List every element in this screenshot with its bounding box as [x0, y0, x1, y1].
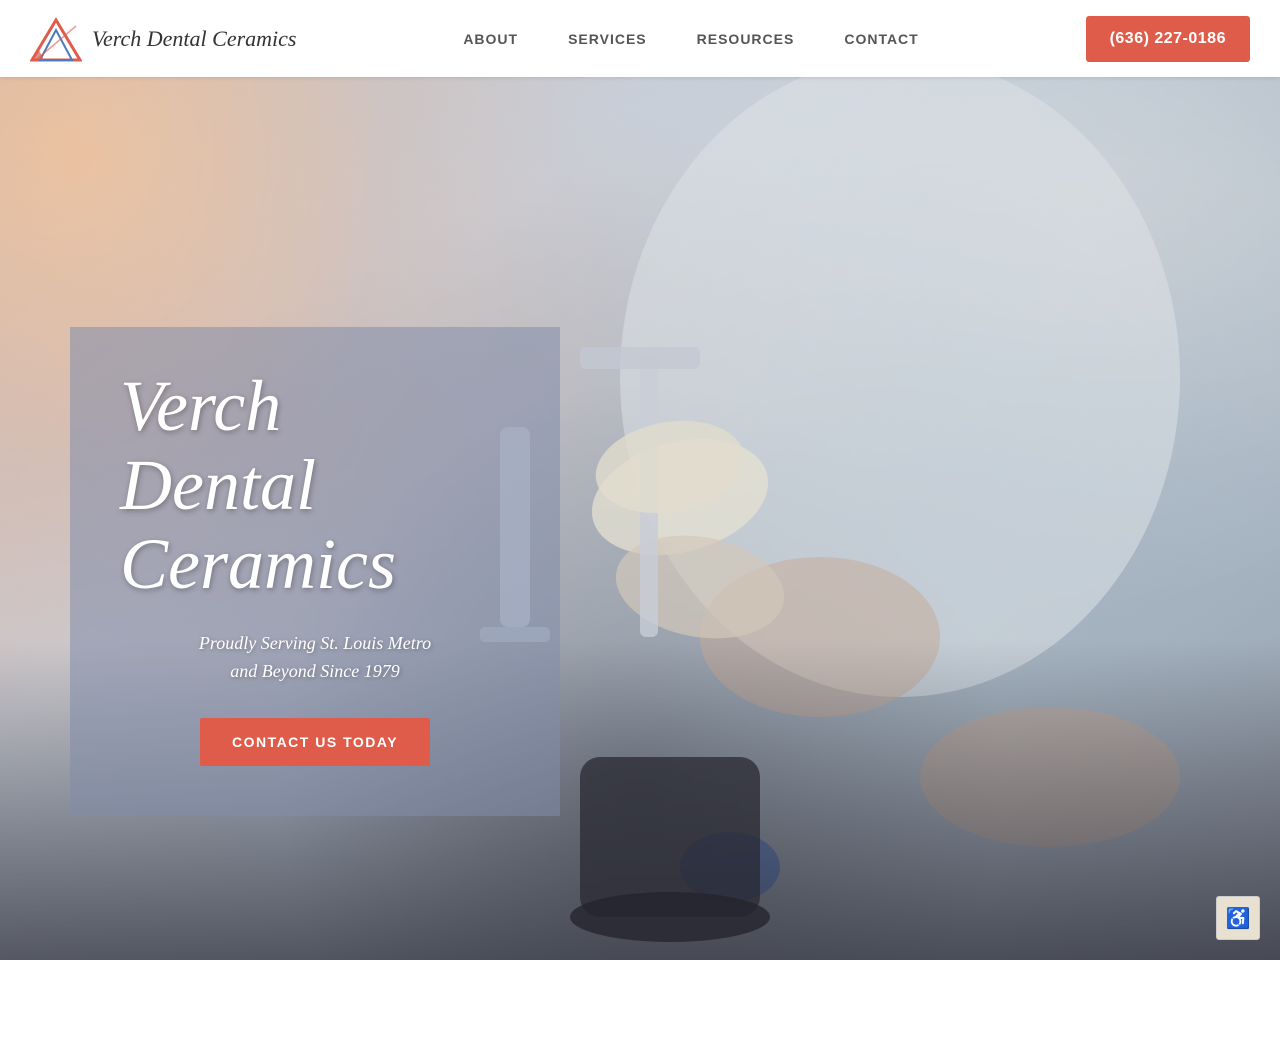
site-header: Verch Dental Ceramics ABOUT SERVICES RES…: [0, 0, 1280, 77]
main-nav: ABOUT SERVICES RESOURCES CONTACT: [463, 31, 918, 47]
hero-subtitle: Proudly Serving St. Louis Metroand Beyon…: [120, 629, 510, 687]
hero-section: VerchDentalCeramics Proudly Serving St. …: [0, 77, 1280, 960]
nav-contact[interactable]: CONTACT: [844, 31, 918, 47]
nav-about[interactable]: ABOUT: [463, 31, 518, 47]
hero-title: VerchDentalCeramics: [120, 367, 510, 605]
logo-icon: [30, 16, 82, 62]
hero-content-box: VerchDentalCeramics Proudly Serving St. …: [70, 327, 560, 816]
accessibility-button[interactable]: ♿: [1216, 896, 1260, 940]
phone-button[interactable]: (636) 227-0186: [1086, 16, 1250, 62]
accessibility-icon: ♿: [1226, 906, 1251, 931]
nav-services[interactable]: SERVICES: [568, 31, 647, 47]
nav-resources[interactable]: RESOURCES: [697, 31, 795, 47]
contact-cta-button[interactable]: CONTACT US TODAY: [200, 718, 430, 766]
logo[interactable]: Verch Dental Ceramics: [30, 16, 296, 62]
logo-text: Verch Dental Ceramics: [92, 26, 296, 52]
